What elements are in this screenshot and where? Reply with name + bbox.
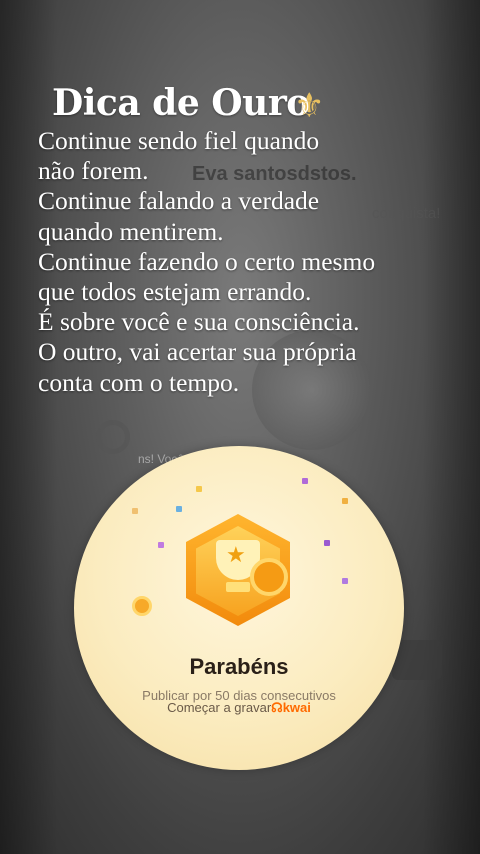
confetti bbox=[342, 578, 348, 584]
tip-line: Continue fazendo o certo mesmo bbox=[38, 246, 376, 276]
confetti bbox=[302, 478, 308, 484]
confetti bbox=[342, 498, 348, 504]
confetti bbox=[132, 508, 138, 514]
record-cta[interactable]: Começar a gravar☊kwai bbox=[74, 700, 404, 716]
confetti bbox=[158, 542, 164, 548]
tip-line: quando mentirem. bbox=[38, 216, 224, 246]
film-reel-icon bbox=[132, 596, 152, 616]
blurred-reel-shape bbox=[96, 420, 130, 454]
confetti bbox=[324, 540, 330, 546]
tip-line: não forem. bbox=[38, 156, 149, 186]
fleur-de-lis-icon: ⚜ bbox=[294, 87, 325, 125]
tip-line: que todos estejam errando. bbox=[38, 277, 312, 307]
record-label: Começar a gravar bbox=[167, 700, 272, 715]
kwai-logo-icon: ☊ bbox=[271, 700, 283, 715]
tip-text: Continue sendo fiel quando não forem. Co… bbox=[38, 126, 468, 398]
tip-line: Continue sendo fiel quando bbox=[38, 126, 320, 155]
tip-title: Dica de Ouro bbox=[52, 82, 310, 124]
film-reel-icon bbox=[250, 558, 288, 596]
achievement-card[interactable]: ★ Parabéns Publicar por 50 dias consecut… bbox=[74, 446, 404, 770]
congrats-title: Parabéns bbox=[189, 654, 289, 679]
tip-line: Continue falando a verdade bbox=[38, 186, 320, 216]
confetti bbox=[176, 506, 182, 512]
confetti bbox=[196, 486, 202, 492]
kwai-brand: kwai bbox=[282, 700, 311, 715]
star-icon: ★ bbox=[226, 542, 246, 567]
tip-line: É sobre você e sua consciência. bbox=[38, 307, 360, 337]
tip-line: O outro, vai acertar sua própria bbox=[38, 337, 357, 367]
tip-line: conta com o tempo. bbox=[38, 367, 240, 397]
trophy-base bbox=[226, 582, 250, 592]
